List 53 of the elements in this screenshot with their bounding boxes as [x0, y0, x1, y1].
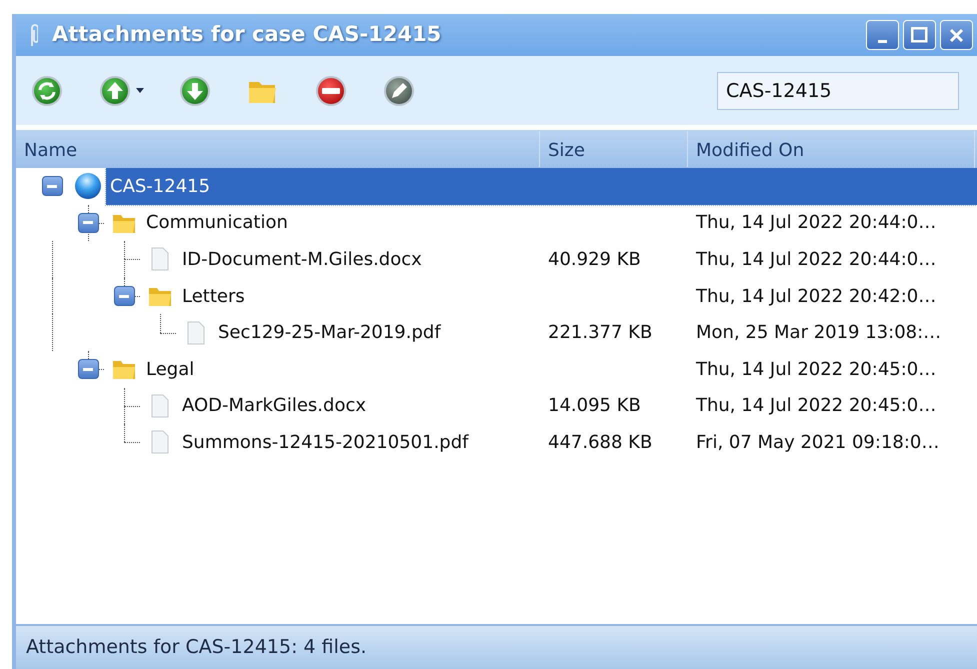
file-icon	[150, 392, 170, 419]
date-cell-text: Thu, 14 Jul 2022 20:44:0…	[695, 248, 938, 272]
edit-icon	[382, 74, 416, 108]
file-icon	[186, 320, 206, 346]
delete-icon	[314, 74, 348, 108]
date-cell-text: Thu, 14 Jul 2022 20:44:0…	[695, 211, 938, 236]
collapse-toggle[interactable]	[78, 359, 98, 380]
refresh-icon	[30, 74, 64, 108]
maximize-button[interactable]	[903, 20, 936, 50]
upload-icon	[98, 74, 132, 108]
minimize-button[interactable]	[866, 20, 899, 50]
collapse-toggle[interactable]	[114, 286, 134, 306]
size-cell-text: 221.377 KB	[547, 321, 654, 346]
size-cell-text: 40.929 KB	[547, 248, 642, 272]
search-field[interactable]: CAS-12415	[717, 72, 959, 110]
close-button[interactable]	[940, 20, 973, 50]
tree-node-label[interactable]: AOD-MarkGiles.docx	[178, 388, 540, 424]
date-cell-text: Fri, 07 May 2021 09:18:0…	[695, 430, 940, 455]
tree-node-label[interactable]: Letters	[178, 278, 540, 314]
refresh-button[interactable]	[30, 74, 64, 108]
tree-node-label[interactable]: Summons-12415-20210501.pdf	[178, 424, 540, 461]
maximize-icon	[911, 27, 928, 43]
minus-icon	[119, 294, 129, 298]
date-cell-text: Thu, 14 Jul 2022 20:45:0…	[695, 394, 938, 418]
date-cell-text: Thu, 14 Jul 2022 20:42:0…	[695, 284, 938, 309]
upload-button[interactable]	[98, 74, 144, 108]
file-icon	[150, 429, 170, 456]
tree-node-label[interactable]: Communication	[142, 204, 540, 242]
minimize-icon	[878, 40, 887, 43]
download-icon	[178, 74, 212, 108]
tree-node-label[interactable]: Legal	[142, 350, 540, 388]
size-cell-text: 447.688 KB	[547, 430, 654, 455]
selected-row-highlight[interactable]: CAS-12415	[106, 168, 977, 205]
collapse-toggle[interactable]	[78, 212, 98, 233]
date-cell-text: Thu, 14 Jul 2022 20:45:0…	[695, 358, 938, 382]
minus-icon	[83, 368, 93, 371]
close-icon	[949, 28, 964, 42]
status-text: Attachments for CAS-12415: 4 files.	[26, 635, 367, 660]
minus-icon	[83, 221, 93, 224]
date-cell-text: Mon, 25 Mar 2019 13:08:…	[695, 321, 942, 346]
tree-node-label[interactable]: ID-Document-M.Giles.docx	[178, 241, 540, 278]
edit-button[interactable]	[382, 74, 416, 108]
file-icon	[150, 246, 170, 272]
download-button[interactable]	[178, 74, 212, 108]
globe-icon	[73, 171, 103, 202]
size-cell-text: 14.095 KB	[547, 394, 642, 418]
tree-node-label[interactable]: Sec129-25-Mar-2019.pdf	[214, 314, 540, 351]
minus-icon	[47, 184, 57, 188]
window-title: Attachments for case CAS-12415	[52, 21, 442, 48]
delete-button[interactable]	[314, 74, 348, 108]
tree-node-label[interactable]: CAS-12415	[106, 168, 540, 205]
caret-icon	[136, 88, 144, 94]
collapse-toggle[interactable]	[42, 176, 62, 196]
